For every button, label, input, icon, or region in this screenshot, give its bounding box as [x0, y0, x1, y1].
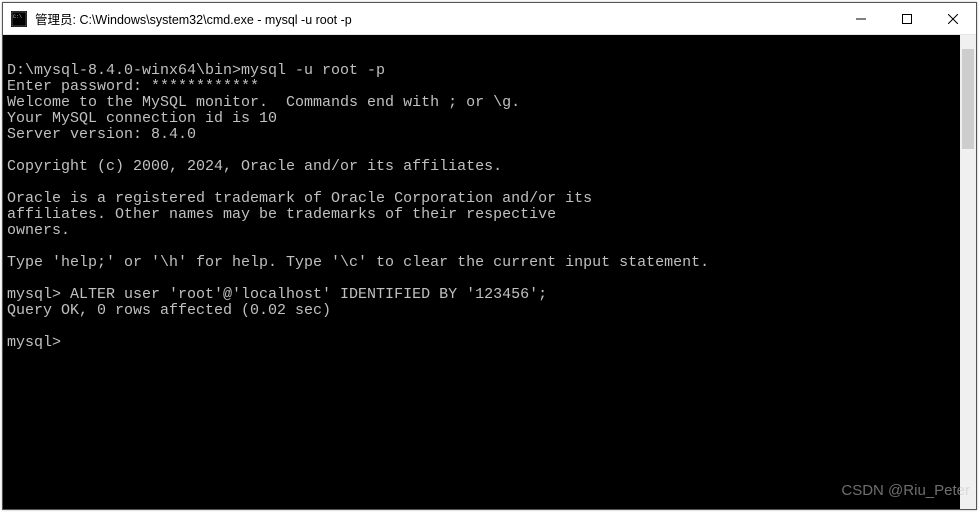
titlebar[interactable]: C:\ 管理员: C:\Windows\system32\cmd.exe - m…: [3, 3, 976, 35]
minimize-button[interactable]: [838, 3, 884, 34]
cmd-icon: C:\: [11, 11, 27, 27]
scrollbar[interactable]: [960, 35, 976, 509]
watermark: CSDN @Riu_Peter: [841, 482, 970, 499]
maximize-button[interactable]: [884, 3, 930, 34]
close-button[interactable]: [930, 3, 976, 34]
scrollbar-thumb[interactable]: [962, 49, 974, 149]
cmd-window: C:\ 管理员: C:\Windows\system32\cmd.exe - m…: [2, 2, 977, 510]
window-title: 管理员: C:\Windows\system32\cmd.exe - mysql…: [35, 9, 838, 28]
svg-text:C:\: C:\: [13, 14, 22, 20]
terminal-body[interactable]: D:\mysql-8.4.0-winx64\bin>mysql -u root …: [3, 35, 976, 509]
window-controls: [838, 3, 976, 34]
terminal-output: D:\mysql-8.4.0-winx64\bin>mysql -u root …: [3, 35, 976, 351]
